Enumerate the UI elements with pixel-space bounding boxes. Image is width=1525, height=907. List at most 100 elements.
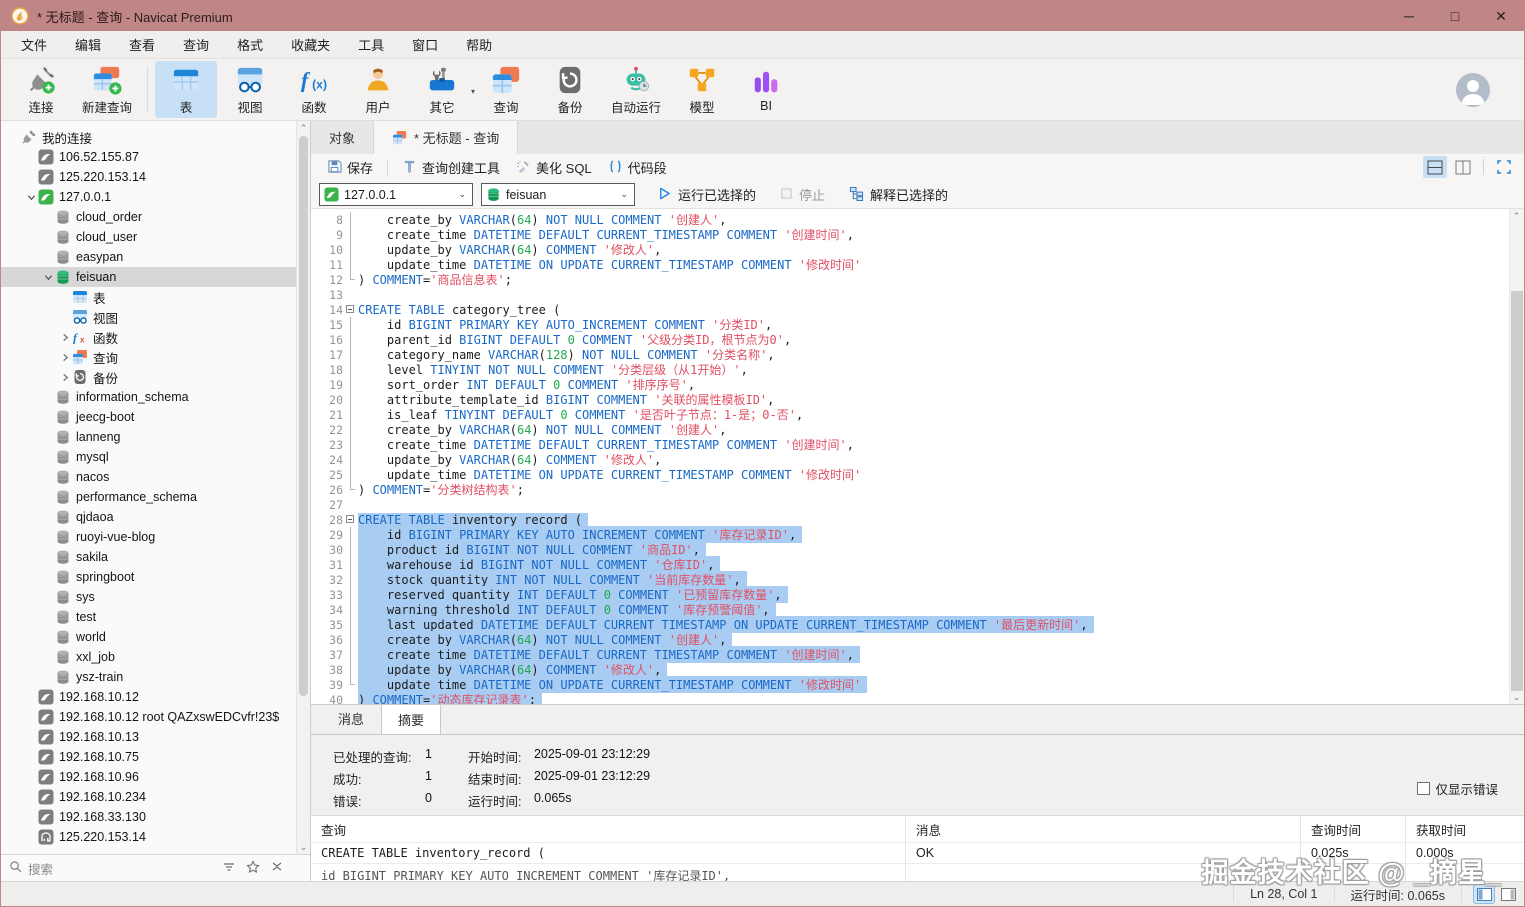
tree-item-xxl_job[interactable]: xxl_job bbox=[1, 647, 310, 667]
scroll-down-icon[interactable]: ⌄ bbox=[297, 840, 310, 854]
tree-item-jeecg-boot[interactable]: jeecg-boot bbox=[1, 407, 310, 427]
grid-header-3[interactable]: 获取时间 bbox=[1406, 816, 1524, 842]
tree-item--[interactable]: 查询 bbox=[1, 347, 310, 367]
maximize-button[interactable]: □ bbox=[1432, 1, 1478, 31]
toggle-left-panel-icon[interactable] bbox=[1473, 884, 1495, 904]
database-select[interactable]: feisuan ⌄ bbox=[481, 183, 635, 206]
tree-item-125.220.153.14[interactable]: 125.220.153.14 bbox=[1, 167, 310, 187]
grid-header-0[interactable]: 查询 bbox=[311, 816, 906, 842]
toolbar-button-8[interactable]: 备份 bbox=[539, 61, 601, 118]
editor-scroll-thumb[interactable] bbox=[1511, 291, 1523, 691]
collapse-all-icon[interactable] bbox=[270, 860, 284, 877]
tree-item-lanneng[interactable]: lanneng bbox=[1, 427, 310, 447]
sql-editor[interactable]: 8 create_by VARCHAR(64) NOT NULL COMMENT… bbox=[311, 209, 1524, 704]
menu-item-0[interactable]: 文件 bbox=[7, 31, 61, 58]
tree-item--[interactable]: f x 函数 bbox=[1, 327, 310, 347]
menu-item-8[interactable]: 帮助 bbox=[452, 31, 506, 58]
code-line-34[interactable]: 34 warning_threshold INT DEFAULT 0 COMME… bbox=[311, 601, 1509, 618]
code-line-37[interactable]: 37 create_time DATETIME DEFAULT CURRENT_… bbox=[311, 646, 1509, 663]
menu-item-6[interactable]: 工具 bbox=[344, 31, 398, 58]
toolbar-button-11[interactable]: BI bbox=[735, 61, 797, 118]
menu-item-5[interactable]: 收藏夹 bbox=[277, 31, 344, 58]
code-line-38[interactable]: 38 update_by VARCHAR(64) COMMENT '修改人', bbox=[311, 661, 1509, 678]
code-line-24[interactable]: 24 update_by VARCHAR(64) COMMENT '修改人', bbox=[311, 452, 1509, 467]
toolbar-button-2[interactable]: 表 bbox=[155, 61, 218, 118]
code-line-27[interactable]: 27 bbox=[311, 497, 1509, 512]
document-tab-1[interactable]: * 无标题 - 查询 bbox=[374, 121, 519, 154]
code-line-20[interactable]: 20 attribute_template_id BIGINT COMMENT … bbox=[311, 392, 1509, 407]
code-line-29[interactable]: 29 id BIGINT PRIMARY KEY AUTO_INCREMENT … bbox=[311, 526, 1509, 543]
code-line-33[interactable]: 33 reserved_quantity INT DEFAULT 0 COMME… bbox=[311, 586, 1509, 603]
split-horizontal-button[interactable] bbox=[1423, 156, 1447, 178]
toolbar-button-10[interactable]: 模型 bbox=[671, 61, 733, 118]
code-line-19[interactable]: 19 sort_order INT DEFAULT 0 COMMENT '排序序… bbox=[311, 377, 1509, 392]
tree-item-192.168.10.234[interactable]: 192.168.10.234 bbox=[1, 787, 310, 807]
grid-row-0[interactable]: CREATE TABLE inventory_record (OK 0.025s 0… bbox=[311, 843, 1524, 864]
tree-item-world[interactable]: world bbox=[1, 627, 310, 647]
code-line-40[interactable]: 40) COMMENT='动态库存记录表'; bbox=[311, 691, 1509, 704]
results-tab-0[interactable]: 消息 bbox=[321, 703, 381, 734]
only-show-errors-checkbox[interactable]: 仅显示错误 bbox=[1417, 779, 1498, 798]
code-line-36[interactable]: 36 create_by VARCHAR(64) NOT NULL COMMEN… bbox=[311, 631, 1509, 648]
tree-item-feisuan[interactable]: feisuan bbox=[1, 267, 310, 287]
tree-item-cloud_user[interactable]: cloud_user bbox=[1, 227, 310, 247]
minimize-button[interactable]: ─ bbox=[1386, 1, 1432, 31]
code-line-11[interactable]: 11 update_time DATETIME ON UPDATE CURREN… bbox=[311, 257, 1509, 272]
grid-header-2[interactable]: 查询时间 bbox=[1301, 816, 1406, 842]
results-tab-1[interactable]: 摘要 bbox=[381, 704, 442, 735]
query-builder-button[interactable]: 查询创建工具 bbox=[394, 155, 508, 180]
toolbar-button-5[interactable]: 用户 bbox=[347, 61, 409, 118]
tree-item-cloud_order[interactable]: cloud_order bbox=[1, 207, 310, 227]
code-line-15[interactable]: 15 id BIGINT PRIMARY KEY AUTO_INCREMENT … bbox=[311, 317, 1509, 332]
toolbar-button-7[interactable]: 查询 bbox=[475, 61, 537, 118]
toolbar-button-1[interactable]: 新建查询 bbox=[74, 61, 140, 118]
filter-icon[interactable] bbox=[222, 860, 236, 877]
tree-item--[interactable]: 视图 bbox=[1, 307, 310, 327]
sidebar-scrollbar[interactable]: ⌃ ⌄ bbox=[296, 121, 310, 854]
menu-item-1[interactable]: 编辑 bbox=[61, 31, 115, 58]
code-line-10[interactable]: 10 update_by VARCHAR(64) COMMENT '修改人', bbox=[311, 242, 1509, 257]
tree-item-sys[interactable]: sys bbox=[1, 587, 310, 607]
code-line-9[interactable]: 9 create_time DATETIME DEFAULT CURRENT_T… bbox=[311, 227, 1509, 242]
toolbar-button-0[interactable]: 连接 bbox=[10, 61, 72, 118]
code-snippet-button[interactable]: 代码段 bbox=[600, 155, 675, 180]
tree-item-127.0.0.1[interactable]: 127.0.0.1 bbox=[1, 187, 310, 207]
fold-collapse-icon[interactable] bbox=[343, 512, 358, 527]
code-line-35[interactable]: 35 last_updated DATETIME DEFAULT CURRENT… bbox=[311, 616, 1509, 633]
explain-selected-button[interactable]: 解释已选择的 bbox=[841, 183, 956, 206]
code-line-26[interactable]: 26) COMMENT='分类树结构表'; bbox=[311, 482, 1509, 497]
code-line-22[interactable]: 22 create_by VARCHAR(64) NOT NULL COMMEN… bbox=[311, 422, 1509, 437]
chevron-right-icon[interactable] bbox=[58, 373, 72, 382]
run-selected-button[interactable]: 运行已选择的 bbox=[649, 183, 764, 206]
chevron-right-icon[interactable] bbox=[58, 333, 72, 342]
code-line-28[interactable]: 28 CREATE TABLE inventory_record ( bbox=[311, 512, 1509, 527]
tree-item-sakila[interactable]: sakila bbox=[1, 547, 310, 567]
tree-item-mysql[interactable]: mysql bbox=[1, 447, 310, 467]
fold-collapse-icon[interactable] bbox=[343, 302, 358, 317]
tree-item-192.168.33.130[interactable]: 192.168.33.130 bbox=[1, 807, 310, 827]
code-line-18[interactable]: 18 level TINYINT NOT NULL COMMENT '分类层级（… bbox=[311, 362, 1509, 377]
tree-item-qjdaoa[interactable]: qjdaoa bbox=[1, 507, 310, 527]
chevron-down-icon[interactable] bbox=[41, 273, 55, 282]
tree-item-ysz-train[interactable]: ysz-train bbox=[1, 667, 310, 687]
toolbar-button-4[interactable]: f (x) 函数 bbox=[283, 61, 345, 118]
tree-item-192.168.10.13[interactable]: 192.168.10.13 bbox=[1, 727, 310, 747]
tree-item--[interactable]: 表 bbox=[1, 287, 310, 307]
fullscreen-button[interactable] bbox=[1492, 156, 1516, 178]
menu-item-2[interactable]: 查看 bbox=[115, 31, 169, 58]
tree-item--[interactable]: 备份 bbox=[1, 367, 310, 387]
chevron-down-icon[interactable] bbox=[24, 193, 38, 202]
code-line-32[interactable]: 32 stock_quantity INT NOT NULL COMMENT '… bbox=[311, 571, 1509, 588]
tree-item-performance_schema[interactable]: performance_schema bbox=[1, 487, 310, 507]
tree-item-nacos[interactable]: nacos bbox=[1, 467, 310, 487]
document-tab-0[interactable]: 对象 bbox=[311, 121, 375, 154]
tree-item-106.52.155.87[interactable]: 106.52.155.87 bbox=[1, 147, 310, 167]
toolbar-button-9[interactable]: 自动运行 bbox=[603, 61, 669, 118]
code-line-30[interactable]: 30 product_id BIGINT NOT NULL COMMENT '商… bbox=[311, 541, 1509, 558]
tree-item-easypan[interactable]: easypan bbox=[1, 247, 310, 267]
code-line-25[interactable]: 25 update_time DATETIME ON UPDATE CURREN… bbox=[311, 467, 1509, 482]
menu-item-3[interactable]: 查询 bbox=[169, 31, 223, 58]
code-line-13[interactable]: 13 bbox=[311, 287, 1509, 302]
toolbar-button-6[interactable]: 其它 ▾ bbox=[411, 61, 475, 118]
stop-button[interactable]: 停止 bbox=[772, 183, 833, 206]
